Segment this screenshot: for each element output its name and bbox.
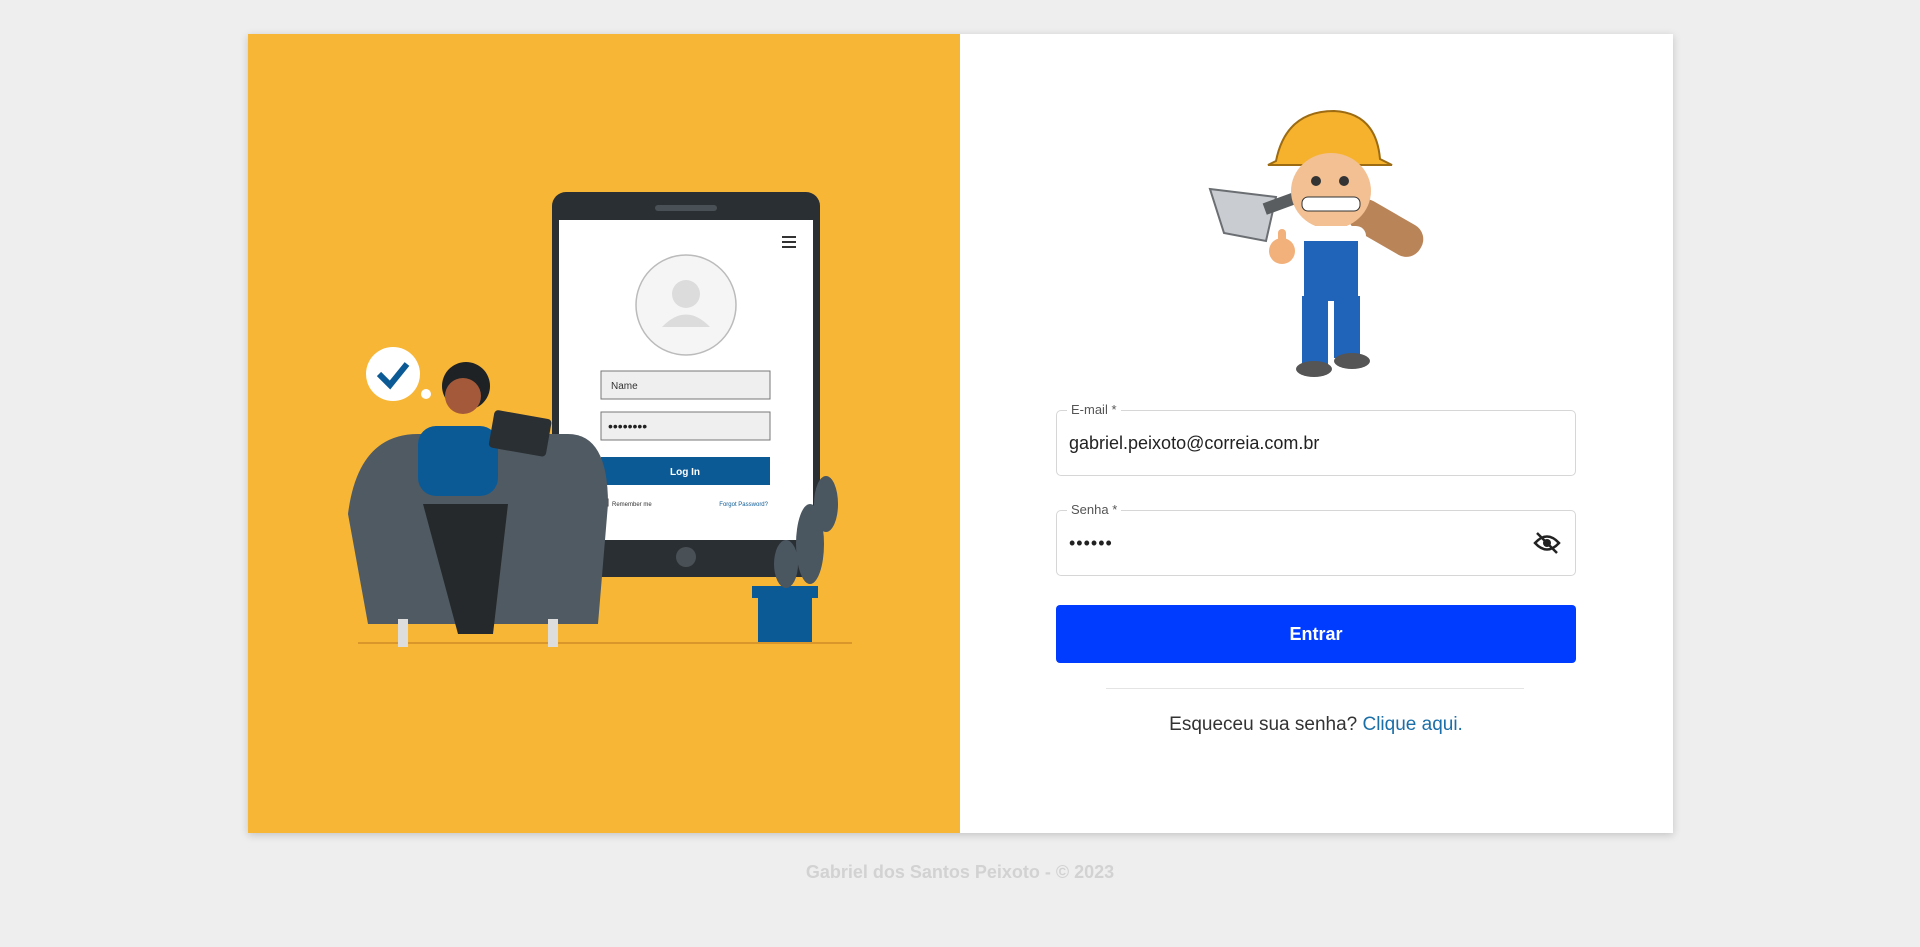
menu-icon (782, 236, 796, 248)
login-card: Name •••••••• Log In Remember me Forgot … (248, 34, 1673, 833)
phone-login-button: Log In (670, 467, 700, 478)
construction-worker-mascot (1208, 109, 1424, 377)
illustration-panel: Name •••••••• Log In Remember me Forgot … (248, 34, 960, 833)
login-form-panel: E-mail * Senha * Entrar Esqueceu sua sen… (960, 34, 1673, 833)
password-field[interactable]: Senha * (1056, 502, 1576, 576)
forgot-text: Esqueceu sua senha? (1169, 714, 1363, 735)
forgot-link[interactable]: Clique aqui. (1362, 714, 1462, 735)
email-field[interactable]: E-mail * (1056, 402, 1576, 476)
login-illustration: Name •••••••• Log In Remember me Forgot … (348, 192, 852, 647)
footer-copyright: Gabriel dos Santos Peixoto - © 2023 (805, 862, 1115, 882)
phone-forgot: Forgot Password? (719, 502, 768, 508)
divider (1106, 688, 1524, 689)
phone-name-field: Name (611, 381, 638, 392)
submit-button[interactable]: Entrar (1056, 605, 1576, 663)
forgot-password: Esqueceu sua senha? Clique aqui. (960, 714, 1672, 736)
eye-slash-icon[interactable] (1533, 531, 1561, 555)
phone-remember: Remember me (612, 502, 652, 508)
password-input[interactable] (1069, 511, 1509, 575)
email-input[interactable] (1069, 411, 1509, 475)
phone-password-field: •••••••• (608, 418, 647, 434)
